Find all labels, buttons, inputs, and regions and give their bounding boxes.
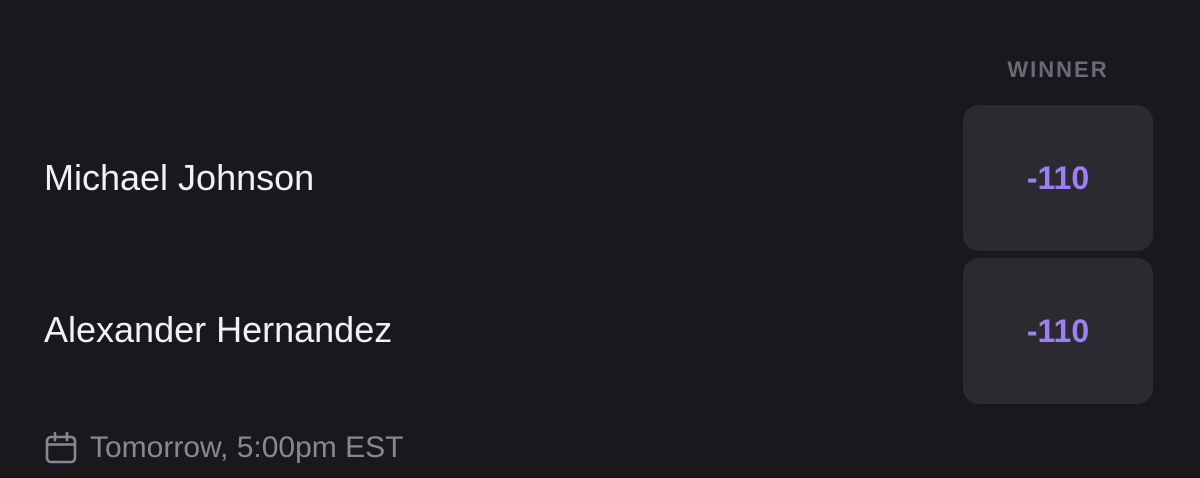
event-time-text: Tomorrow, 5:00pm EST (90, 431, 404, 464)
odds-button-1[interactable]: -110 (963, 105, 1153, 251)
odds-value: -110 (1026, 160, 1090, 196)
event-time-row: Tomorrow, 5:00pm EST (44, 428, 403, 468)
competitor-name-1: Michael Johnson (44, 157, 315, 198)
odds-button-2[interactable]: -110 (963, 258, 1153, 404)
odds-value: -110 (1026, 313, 1090, 349)
market-column-header: WINNER (1007, 57, 1109, 82)
competitor-name-2: Alexander Hernandez (44, 309, 393, 350)
calendar-icon (45, 431, 77, 464)
